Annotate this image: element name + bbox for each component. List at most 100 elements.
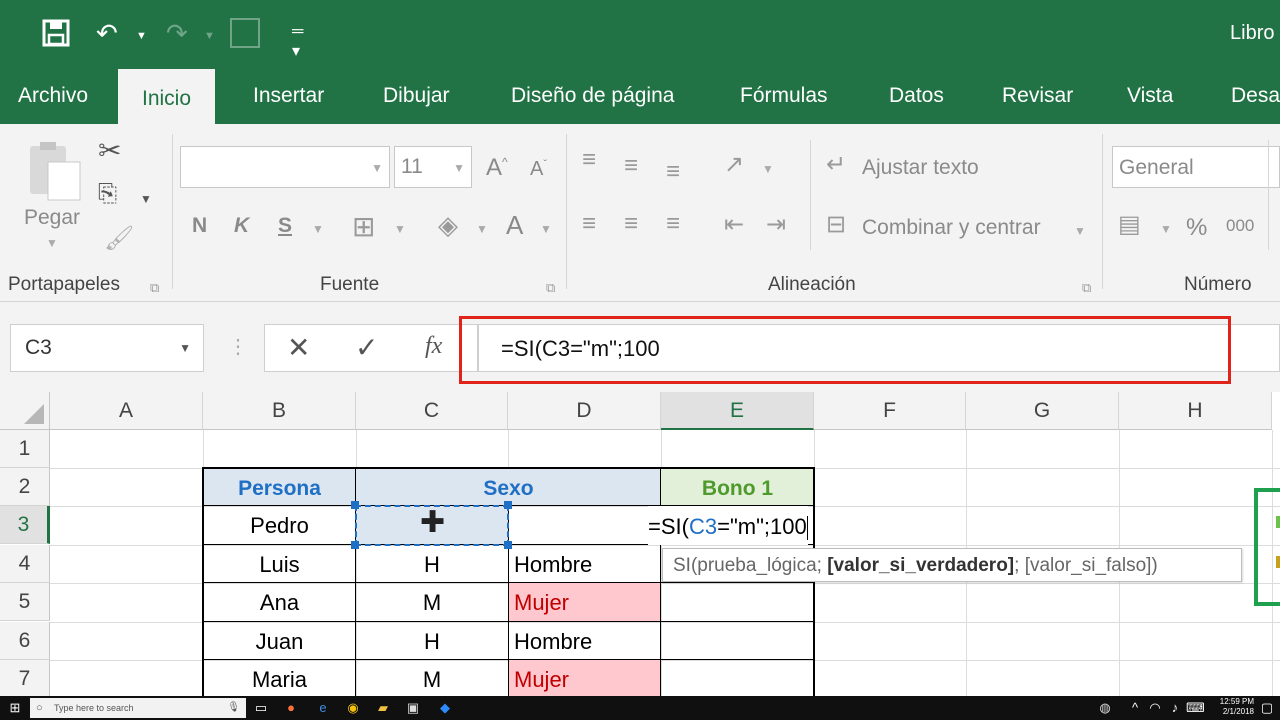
windows-start-icon[interactable]: ⊞: [6, 699, 24, 717]
percent-button[interactable]: %: [1186, 214, 1207, 242]
column-header-b[interactable]: B: [203, 392, 356, 430]
tab-dibujar[interactable]: Dibujar: [383, 66, 450, 124]
cancel-icon[interactable]: ✕: [287, 331, 310, 364]
row-header-6[interactable]: 6: [0, 622, 50, 660]
italic-button[interactable]: K: [234, 214, 249, 238]
cell-c7[interactable]: M: [356, 660, 508, 698]
header-persona[interactable]: Persona: [203, 468, 356, 506]
file-explorer-icon[interactable]: ▰: [374, 699, 392, 717]
align-bottom-icon[interactable]: ≡: [666, 158, 680, 186]
resize-handle[interactable]: [351, 541, 359, 549]
cut-icon[interactable]: ✂: [98, 134, 121, 167]
task-view-icon[interactable]: ▭: [252, 699, 270, 717]
cell-b7[interactable]: Maria: [203, 660, 356, 698]
row-header-1[interactable]: 1: [0, 430, 50, 468]
edge-icon[interactable]: e: [314, 699, 332, 717]
tab-archivo[interactable]: Archivo: [18, 66, 88, 124]
number-format-select[interactable]: General: [1112, 146, 1280, 188]
enter-icon[interactable]: ✓: [355, 331, 378, 364]
fill-color-icon[interactable]: ◈: [438, 210, 458, 241]
chevron-down-icon[interactable]: ▼: [179, 341, 191, 355]
increase-indent-icon[interactable]: ⇥: [766, 210, 786, 239]
font-launcher-icon[interactable]: ⧉: [546, 280, 555, 296]
align-middle-icon[interactable]: ≡: [624, 152, 638, 180]
borders-icon[interactable]: ⊞: [352, 210, 375, 243]
orientation-dropdown-icon[interactable]: ▼: [762, 162, 774, 176]
bold-button[interactable]: N: [192, 214, 207, 238]
header-bono-1[interactable]: Bono 1: [661, 468, 814, 506]
font-color-dropdown-icon[interactable]: ▼: [540, 222, 552, 236]
keyboard-icon[interactable]: ⌨: [1186, 699, 1205, 717]
column-header-a[interactable]: A: [50, 392, 203, 430]
column-header-h[interactable]: H: [1119, 392, 1272, 430]
form-icon[interactable]: [230, 18, 260, 48]
underline-button[interactable]: S: [278, 214, 292, 238]
column-header-e[interactable]: E: [661, 392, 814, 430]
tooltip-rest[interactable]: ; [valor_si_falso]): [1014, 555, 1158, 576]
cell-b4[interactable]: Luis: [203, 545, 356, 583]
clipboard-launcher-icon[interactable]: ⧉: [150, 280, 159, 296]
undo-icon[interactable]: ↶: [96, 0, 118, 66]
row-header-2[interactable]: 2: [0, 468, 50, 506]
tab-desarrollador[interactable]: Desa: [1231, 66, 1280, 124]
wifi-icon[interactable]: ◠: [1146, 699, 1164, 717]
tab-datos[interactable]: Datos: [889, 66, 944, 124]
save-icon[interactable]: [42, 0, 70, 71]
row-header-3[interactable]: 3: [0, 506, 50, 544]
merge-dropdown-icon[interactable]: ▼: [1074, 224, 1086, 238]
resize-handle[interactable]: [504, 541, 512, 549]
redo-dropdown-icon[interactable]: ▼: [204, 30, 215, 42]
row-header-5[interactable]: 5: [0, 583, 50, 621]
tooltip-fn[interactable]: SI(prueba_lógica;: [673, 555, 827, 576]
font-size-select[interactable]: 11 ▼: [394, 146, 472, 188]
cell-d6[interactable]: Hombre: [514, 622, 661, 660]
customize-qat-icon[interactable]: ═ ▾: [292, 22, 303, 62]
name-box[interactable]: C3 ▼: [10, 324, 204, 372]
cell-c5[interactable]: M: [356, 583, 508, 621]
align-top-icon[interactable]: ≡: [582, 146, 596, 174]
taskbar-clock[interactable]: 12:59 PM 2/1/2018: [1220, 697, 1254, 717]
tab-insertar[interactable]: Insertar: [253, 66, 324, 124]
copy-icon[interactable]: ⎘: [98, 180, 117, 208]
show-hidden-icons-icon[interactable]: ^: [1126, 699, 1144, 717]
orientation-icon[interactable]: ↗: [724, 150, 744, 179]
align-center-icon[interactable]: ≡: [624, 210, 638, 238]
fill-color-dropdown-icon[interactable]: ▼: [476, 222, 488, 236]
font-name-select[interactable]: ▼: [180, 146, 390, 188]
column-header-f[interactable]: F: [814, 392, 966, 430]
undo-dropdown-icon[interactable]: ▼: [136, 30, 147, 42]
copy-dropdown-icon[interactable]: ▼: [140, 192, 152, 206]
align-left-icon[interactable]: ≡: [582, 210, 596, 238]
tab-vista[interactable]: Vista: [1127, 66, 1173, 124]
column-header-c[interactable]: C: [356, 392, 508, 430]
tab-inicio[interactable]: Inicio: [118, 69, 216, 124]
tooltip-current-arg[interactable]: [valor_si_verdadero]: [827, 555, 1014, 576]
volume-icon[interactable]: ♪: [1166, 699, 1184, 717]
chrome-icon[interactable]: ◉: [344, 699, 362, 717]
merge-center-button[interactable]: Combinar y centrar: [862, 216, 1041, 240]
align-right-icon[interactable]: ≡: [666, 210, 680, 238]
cell-c4[interactable]: H: [356, 545, 508, 583]
column-header-d[interactable]: D: [508, 392, 661, 430]
resize-handle[interactable]: [351, 501, 359, 509]
tab-formulas[interactable]: Fórmulas: [740, 66, 828, 124]
tab-revisar[interactable]: Revisar: [1002, 66, 1073, 124]
underline-dropdown-icon[interactable]: ▼: [312, 222, 324, 236]
cell-d5[interactable]: Mujer: [514, 583, 661, 621]
format-painter-icon[interactable]: 🖌: [104, 224, 134, 253]
row-header-4[interactable]: 4: [0, 545, 50, 583]
select-all-button[interactable]: [0, 392, 50, 430]
currency-icon[interactable]: ▤: [1118, 210, 1141, 239]
drag-handle-icon[interactable]: ⋮: [228, 334, 248, 359]
cell-b6[interactable]: Juan: [203, 622, 356, 660]
decrease-indent-icon[interactable]: ⇤: [724, 210, 744, 239]
wrap-text-button[interactable]: Ajustar texto: [862, 156, 979, 180]
redo-icon[interactable]: ↷: [166, 0, 188, 66]
cell-c6[interactable]: H: [356, 622, 508, 660]
alignment-launcher-icon[interactable]: ⧉: [1082, 280, 1091, 296]
increase-font-icon[interactable]: A^: [486, 154, 508, 182]
cell-d4[interactable]: Hombre: [514, 545, 661, 583]
cell-d7[interactable]: Mujer: [514, 660, 661, 698]
microphone-icon[interactable]: 🎙: [227, 698, 240, 718]
row-header-7[interactable]: 7: [0, 660, 50, 698]
